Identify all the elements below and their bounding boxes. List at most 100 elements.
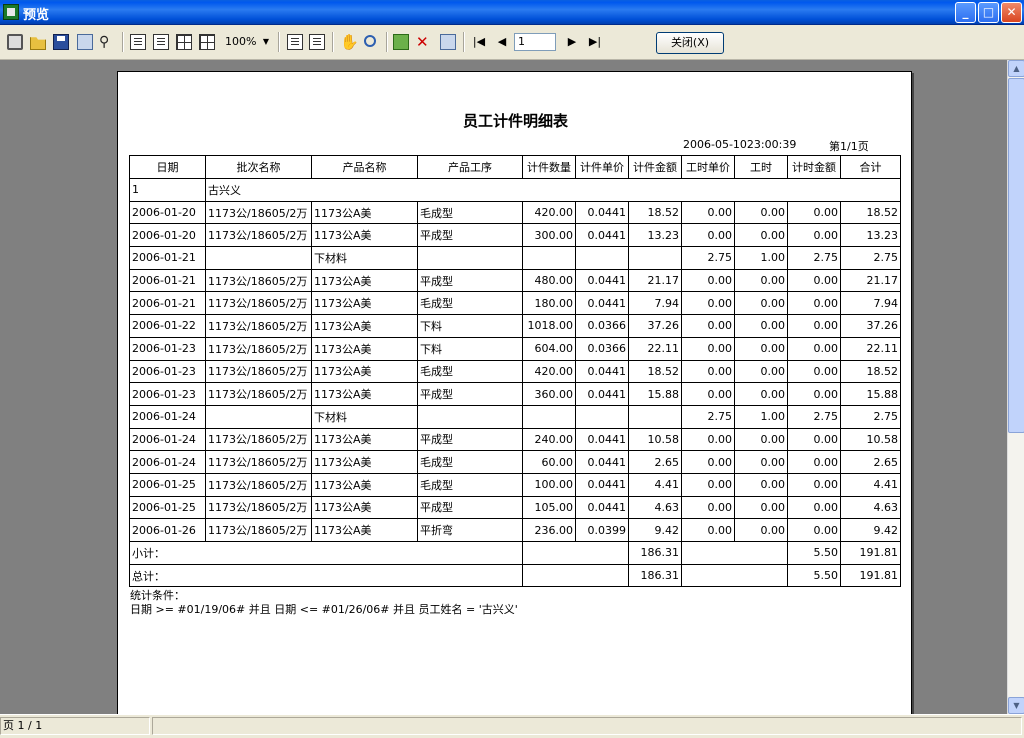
preview-area[interactable]: 员工计件明细表 2006-05-1023:00:39 第1/1页 日期 批次名称产…: [0, 60, 1007, 714]
toolbar-separator: [122, 32, 124, 52]
tree-icon[interactable]: [309, 34, 325, 50]
table-cell: [205, 404, 312, 429]
print-icon[interactable]: [7, 34, 23, 50]
table-cell: 0.00: [681, 518, 735, 542]
table-cell: 0.00: [787, 472, 841, 497]
subtotal-total: 191.81: [840, 541, 901, 565]
table-cell: 1173公A美: [311, 200, 418, 225]
prev-page-icon[interactable]: ◀: [494, 34, 510, 50]
table-cell: 2006-01-25: [129, 495, 206, 520]
table-cell: 0.0441: [575, 495, 629, 520]
table-cell: 0.00: [681, 291, 735, 316]
column-header: 工时: [734, 155, 788, 179]
table-cell: 0.00: [681, 382, 735, 406]
status-message: [152, 717, 1022, 735]
table-cell: 平成型: [417, 427, 523, 452]
table-cell: 236.00: [522, 518, 576, 542]
column-header: 日期: [129, 155, 206, 179]
table-cell: 2.75: [787, 404, 841, 429]
scroll-up-icon[interactable]: ▲: [1008, 60, 1024, 77]
next-page-icon[interactable]: ▶: [564, 34, 580, 50]
table-cell: 240.00: [522, 427, 576, 452]
column-header: 计件单价: [575, 155, 629, 179]
close-window-button[interactable]: ✕: [1001, 2, 1022, 23]
open-icon[interactable]: [30, 37, 46, 50]
page-width-icon[interactable]: [153, 34, 169, 50]
table-cell: 0.00: [734, 268, 788, 293]
table-cell: 0.00: [787, 336, 841, 361]
table-cell: 0.00: [787, 518, 841, 542]
first-page-icon[interactable]: |◀: [471, 34, 487, 50]
table-cell: 2006-01-20: [129, 223, 206, 248]
multi-page-icon[interactable]: [176, 34, 192, 50]
table-cell: 1173公A美: [311, 291, 418, 316]
table-cell: 604.00: [522, 336, 576, 361]
table-cell: [205, 246, 312, 270]
table-cell: 1173公A美: [311, 268, 418, 293]
last-page-icon[interactable]: ▶|: [587, 34, 603, 50]
table-cell: 毛成型: [417, 200, 523, 225]
table-cell: 1173公A美: [311, 518, 418, 542]
table-cell: [575, 404, 629, 429]
single-page-icon[interactable]: [130, 34, 146, 50]
table-cell: 2.75: [787, 246, 841, 270]
table-cell: 下料: [417, 336, 523, 361]
table-cell: 480.00: [522, 268, 576, 293]
table-row: 2006-01-24 1173公/18605/2万 1173公A美 毛成型 60.00 0…: [129, 450, 901, 474]
table-cell: 4.41: [840, 472, 901, 497]
table-cell: 1173公A美: [311, 223, 418, 248]
edit-page-icon[interactable]: [440, 34, 456, 50]
minimize-button[interactable]: _: [955, 2, 976, 23]
table-cell: 0.00: [734, 495, 788, 520]
zoom-in-icon[interactable]: [364, 35, 376, 47]
table-cell: 1173公/18605/2万: [205, 472, 312, 497]
save-icon[interactable]: [53, 34, 69, 50]
vertical-scrollbar[interactable]: ▲ ▼: [1007, 60, 1024, 714]
table-cell: 7.94: [840, 291, 901, 316]
column-header: 计件金额: [628, 155, 682, 179]
table-cell: 37.26: [840, 314, 901, 338]
app-icon: [3, 4, 19, 20]
table-cell: 平折弯: [417, 518, 523, 542]
table-cell: [522, 246, 576, 270]
four-page-icon[interactable]: [199, 34, 215, 50]
table-cell: 平成型: [417, 223, 523, 248]
group-row: 1 古兴义: [129, 178, 901, 202]
close-preview-button[interactable]: 关闭(X): [656, 32, 724, 54]
export-icon[interactable]: [77, 34, 93, 50]
table-cell: 0.00: [681, 450, 735, 474]
table-cell: 0.00: [681, 472, 735, 497]
report-date: 2006-05-1023:00:39: [683, 138, 797, 151]
column-header: 批次名称: [205, 155, 312, 179]
table-cell: 0.00: [734, 472, 788, 497]
outline-icon[interactable]: [287, 34, 303, 50]
toolbar: ⚲ 100% ▼ ✋ ✕ |◀ ◀ 1 ▶ ▶| 关闭(X): [0, 25, 1024, 60]
zoom-value: 100%: [225, 35, 257, 48]
toolbar-separator: [386, 32, 388, 52]
table-row: 2006-01-23 1173公/18605/2万 1173公A美 毛成型 420.00…: [129, 359, 901, 384]
table-cell: 9.42: [840, 518, 901, 542]
table-cell: 0.00: [787, 382, 841, 406]
page-number-input[interactable]: 1: [514, 33, 556, 51]
table-cell: 0.00: [681, 427, 735, 452]
table-cell: 平成型: [417, 382, 523, 406]
table-cell: 180.00: [522, 291, 576, 316]
maximize-button[interactable]: □: [978, 2, 999, 23]
scrollbar-thumb[interactable]: [1008, 78, 1024, 433]
table-cell: 2006-01-20: [129, 200, 206, 225]
hand-icon[interactable]: ✋: [340, 34, 359, 50]
find-icon[interactable]: ⚲: [99, 34, 115, 50]
table-cell: 1173公/18605/2万: [205, 427, 312, 452]
delete-page-icon[interactable]: ✕: [416, 34, 432, 50]
zoom-select[interactable]: 100% ▼: [223, 33, 271, 51]
table-cell: 2.75: [681, 246, 735, 270]
table-cell: 2.75: [681, 404, 735, 429]
table-cell: 0.00: [787, 223, 841, 248]
table-cell: 360.00: [522, 382, 576, 406]
table-cell: 0.00: [681, 200, 735, 225]
table-cell: 0.00: [734, 359, 788, 384]
scroll-down-icon[interactable]: ▼: [1008, 697, 1024, 714]
add-page-icon[interactable]: [393, 34, 409, 50]
table-cell: 毛成型: [417, 450, 523, 474]
table-cell: 420.00: [522, 359, 576, 384]
